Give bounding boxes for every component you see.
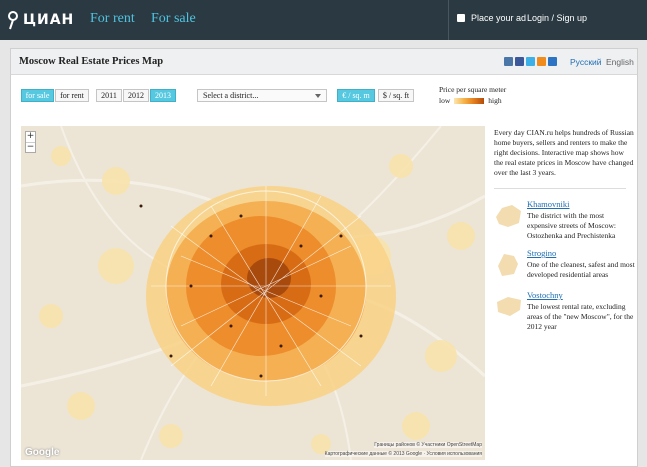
card-header: Moscow Real Estate Prices Map Русский En… [11, 49, 637, 75]
twitter-icon[interactable] [526, 57, 535, 66]
chevron-down-icon [315, 94, 321, 98]
language-english[interactable]: English [606, 57, 634, 67]
zoom-in-button[interactable]: + [26, 132, 35, 142]
for-sale-toggle[interactable]: for sale [21, 89, 54, 102]
year-2013-button[interactable]: 2013 [150, 89, 176, 102]
district-shape-icon [497, 297, 521, 316]
legend-title: Price per square meter [439, 85, 507, 94]
district-link[interactable]: Strogino [527, 248, 556, 258]
prices-map-card: Moscow Real Estate Prices Map Русский En… [10, 48, 638, 467]
facebook-icon[interactable] [515, 57, 524, 66]
unit-eur-sqm-button[interactable]: € / sq. m [337, 89, 375, 102]
district-select[interactable]: Select a district... [197, 89, 327, 102]
district-link[interactable]: Vostochny [527, 290, 563, 300]
page-title: Moscow Real Estate Prices Map [19, 56, 164, 67]
district-select-label: Select a district... [203, 91, 259, 100]
legend-low-label: low [439, 96, 451, 105]
zoom-controls: + − [25, 131, 36, 153]
place-ad-link[interactable]: Place your ad [457, 13, 526, 23]
year-2012-button[interactable]: 2012 [123, 89, 149, 102]
logo-text: ЦИАН [23, 12, 75, 28]
side-divider [494, 188, 626, 189]
district-shape-icon [498, 254, 518, 276]
social-share-icons [504, 57, 557, 66]
price-legend: Price per square meter low high [439, 85, 506, 105]
for-rent-toggle[interactable]: for rent [55, 89, 89, 102]
year-2011-button[interactable]: 2011 [96, 89, 122, 102]
google-logo: Google [25, 447, 60, 458]
odnoklassniki-icon[interactable] [537, 57, 546, 66]
location-pin-icon [8, 11, 18, 30]
ad-icon [457, 14, 465, 22]
language-russian[interactable]: Русский [570, 57, 602, 67]
intro-text: Every day CIAN.ru helps hundreds of Russ… [494, 128, 634, 177]
district-shape-icon [496, 205, 521, 227]
district-description: One of the cleanest, safest and most dev… [527, 260, 635, 279]
vk-icon[interactable] [504, 57, 513, 66]
zoom-out-button[interactable]: − [26, 142, 35, 152]
map-canvas [21, 126, 485, 460]
district-link[interactable]: Khamovniki [527, 199, 570, 209]
cian-logo[interactable]: ЦИАН [6, 9, 74, 31]
nav-for-sale-link[interactable]: For sale [151, 11, 196, 27]
top-navigation-bar: ЦИАН For rent For sale Place your ad Log… [0, 0, 647, 40]
map-attribution-data[interactable]: Картографические данные © 2013 Google · … [324, 451, 482, 457]
legend-high-label: high [488, 96, 502, 105]
mailru-icon[interactable] [548, 57, 557, 66]
login-signup-link[interactable]: Login / Sign up [527, 13, 587, 23]
district-description: The district with the most expensive str… [527, 211, 616, 240]
map-attribution-boundaries[interactable]: Границы районов © Участники OpenStreetMa… [374, 442, 482, 448]
price-heat-map[interactable]: + − Google Границы районов © Участники O… [21, 126, 485, 460]
place-ad-label: Place your ad [471, 13, 527, 23]
nav-for-rent-link[interactable]: For rent [90, 11, 135, 27]
district-description: The lowest rental rate, excluding areas … [527, 302, 634, 331]
legend-color-scale [454, 97, 485, 104]
topbar-divider [448, 0, 449, 40]
unit-usd-sqft-button[interactable]: $ / sq. ft [378, 89, 414, 102]
